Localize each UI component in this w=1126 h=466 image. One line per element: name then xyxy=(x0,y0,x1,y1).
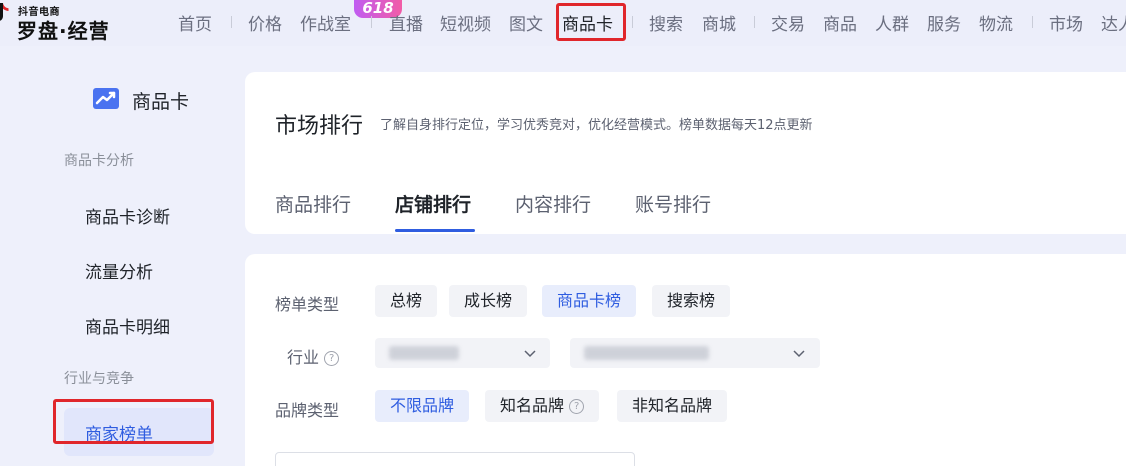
nav-divider xyxy=(754,16,755,28)
nav-service[interactable]: 服务 xyxy=(927,10,961,35)
filter-card: 榜单类型 总榜 成长榜 商品卡榜 搜索榜 行业 ? 品牌类型 不限品牌 知名品牌… xyxy=(245,254,1126,466)
chevron-down-icon xyxy=(524,350,536,358)
nav-mall[interactable]: 商城 xyxy=(702,10,736,35)
nav-logistics[interactable]: 物流 xyxy=(979,10,1013,35)
page-title: 市场排行 xyxy=(275,114,364,139)
nav-price[interactable]: 价格 xyxy=(248,10,282,35)
nav-home[interactable]: 首页 xyxy=(178,10,212,35)
brand-type-label: 品牌类型 xyxy=(275,401,340,420)
nav-audience[interactable]: 人群 xyxy=(875,10,909,35)
industry-label-text: 行业 xyxy=(287,348,320,367)
chip-brand-unknown[interactable]: 非知名品牌 xyxy=(617,390,728,422)
header-card: 市场排行 了解自身排行定位，学习优秀竞对，优化经营模式。榜单数据每天12点更新 … xyxy=(245,72,1126,234)
sidebar-item-card-diagnosis[interactable]: 商品卡诊断 xyxy=(85,203,170,228)
chip-list-total[interactable]: 总榜 xyxy=(375,285,438,317)
chip-label: 知名品牌 xyxy=(500,396,565,415)
nav-divider xyxy=(632,16,633,28)
nav-market[interactable]: 市场 xyxy=(1049,10,1083,35)
nav-influencer[interactable]: 达人 xyxy=(1101,10,1126,35)
chip-list-product-card[interactable]: 商品卡榜 xyxy=(542,285,637,317)
sidebar-item-traffic-analysis[interactable]: 流量分析 xyxy=(85,258,153,283)
nav-live[interactable]: 直播 xyxy=(389,10,423,35)
sidebar-title: 商品卡 xyxy=(132,91,190,113)
chip-list-growth[interactable]: 成长榜 xyxy=(449,285,528,317)
redacted-value xyxy=(389,346,459,360)
nav-divider xyxy=(371,16,372,28)
tab-store-rank[interactable]: 店铺排行 xyxy=(395,190,471,217)
search-input[interactable] xyxy=(275,452,635,466)
chevron-down-icon xyxy=(793,350,805,358)
list-type-label: 榜单类型 xyxy=(275,295,340,314)
nav-divider xyxy=(1032,16,1033,28)
nav-search[interactable]: 搜索 xyxy=(649,10,683,35)
tab-content-rank[interactable]: 内容排行 xyxy=(515,190,591,217)
help-icon[interactable]: ? xyxy=(569,399,585,414)
nav-product-card[interactable]: 商品卡 xyxy=(562,10,613,35)
sidebar-item-label: 商家榜单 xyxy=(85,425,153,445)
nav-transaction[interactable]: 交易 xyxy=(771,10,805,35)
industry-select-primary[interactable] xyxy=(375,338,550,368)
nav-goods[interactable]: 商品 xyxy=(823,10,857,35)
active-tab-indicator xyxy=(395,229,475,232)
help-icon[interactable]: ? xyxy=(324,351,340,366)
industry-select-secondary[interactable] xyxy=(570,338,820,368)
douyin-logo-icon xyxy=(0,3,9,21)
nav-image-text[interactable]: 图文 xyxy=(509,10,543,35)
chip-brand-known[interactable]: 知名品牌 ? xyxy=(485,390,600,422)
top-nav: 抖音电商 罗盘·经营 618 首页 价格 作战室 直播 短视频 图文 商品卡 搜… xyxy=(0,0,1126,46)
sidebar-group-industry: 行业与竞争 xyxy=(64,371,134,387)
nav-short-video[interactable]: 短视频 xyxy=(440,10,491,35)
sidebar: 商品卡 商品卡分析 商品卡诊断 流量分析 商品卡明细 行业与竞争 商家榜单 xyxy=(0,46,240,466)
logo[interactable]: 抖音电商 罗盘·经营 xyxy=(0,0,120,46)
sidebar-item-card-details[interactable]: 商品卡明细 xyxy=(85,313,170,338)
page-description: 了解自身排行定位，学习优秀竞对，优化经营模式。榜单数据每天12点更新 xyxy=(380,118,813,133)
logo-title: 罗盘·经营 xyxy=(17,19,110,43)
industry-label: 行业 ? xyxy=(287,344,340,368)
chip-list-search[interactable]: 搜索榜 xyxy=(652,285,731,317)
redacted-value xyxy=(584,346,709,360)
chip-brand-any[interactable]: 不限品牌 xyxy=(375,390,470,422)
tab-account-rank[interactable]: 账号排行 xyxy=(635,190,711,217)
tab-product-rank[interactable]: 商品排行 xyxy=(275,190,351,217)
sidebar-group-product-analysis: 商品卡分析 xyxy=(64,153,134,169)
nav-war-room[interactable]: 作战室 xyxy=(300,10,351,35)
trend-chart-icon xyxy=(93,88,119,109)
nav-divider xyxy=(231,16,232,28)
